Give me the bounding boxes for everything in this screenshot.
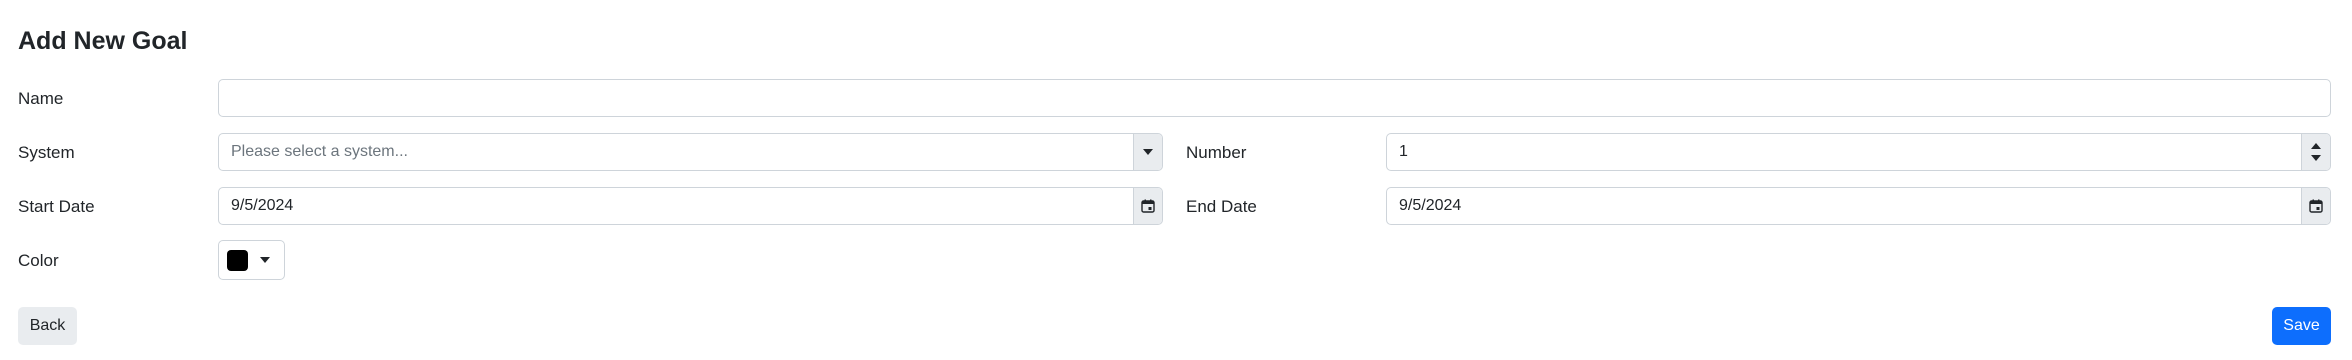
- number-input-value: 1: [1399, 143, 1408, 160]
- name-label: Name: [18, 89, 64, 108]
- system-select[interactable]: Please select a system...: [218, 133, 1163, 171]
- increment-icon[interactable]: [2311, 143, 2321, 149]
- start-date-input[interactable]: 9/5/2024: [218, 187, 1163, 225]
- add-goal-page: Add New Goal Name System Please select a…: [0, 0, 2352, 360]
- system-label: System: [18, 143, 75, 162]
- color-label: Color: [18, 251, 59, 270]
- number-spinner-icon[interactable]: [2301, 134, 2330, 170]
- system-select-placeholder: Please select a system...: [231, 143, 408, 160]
- chevron-down-icon: [260, 257, 270, 263]
- number-input[interactable]: 1: [1386, 133, 2331, 171]
- decrement-icon[interactable]: [2311, 155, 2321, 161]
- start-date-value: 9/5/2024: [231, 197, 294, 214]
- calendar-icon[interactable]: [1133, 188, 1162, 224]
- number-label: Number: [1186, 143, 1247, 162]
- color-swatch: [227, 249, 248, 271]
- end-date-label: End Date: [1186, 197, 1257, 216]
- start-date-label: Start Date: [18, 197, 95, 216]
- color-picker[interactable]: [218, 240, 285, 280]
- end-date-input[interactable]: 9/5/2024: [1386, 187, 2331, 225]
- chevron-down-icon[interactable]: [1133, 134, 1162, 170]
- end-date-value: 9/5/2024: [1399, 197, 1462, 214]
- page-title: Add New Goal: [18, 27, 188, 55]
- name-input[interactable]: [218, 79, 2331, 117]
- save-button[interactable]: Save: [2272, 307, 2331, 345]
- back-button[interactable]: Back: [18, 307, 77, 345]
- calendar-icon[interactable]: [2301, 188, 2330, 224]
